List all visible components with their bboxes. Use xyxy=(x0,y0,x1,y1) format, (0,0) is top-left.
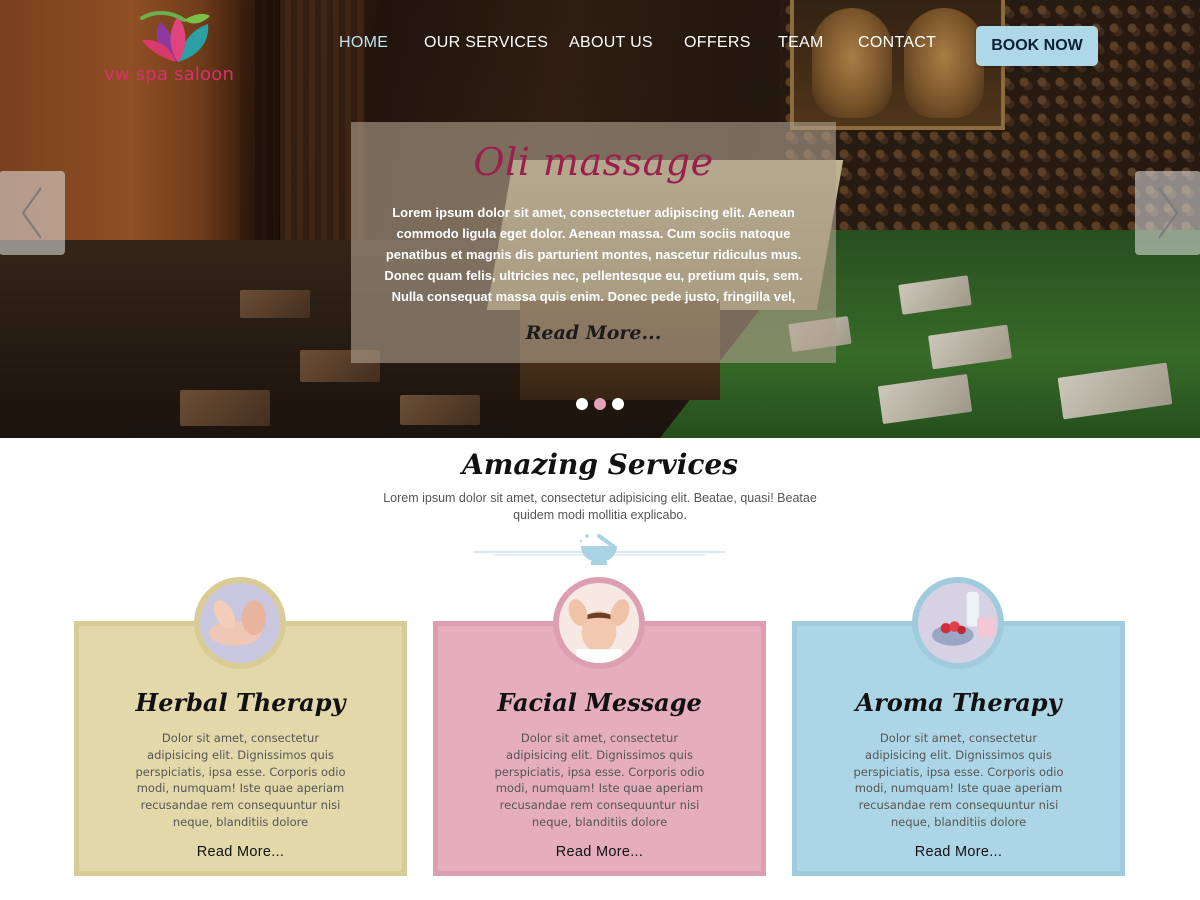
card-title: Facial Message xyxy=(497,688,702,717)
lotus-logo-icon xyxy=(140,11,210,62)
card-read-more-link[interactable]: Read More... xyxy=(797,844,1120,860)
foot-massage-image-icon xyxy=(200,583,280,663)
service-card-facial-message: Facial Message Dolor sit amet, consectet… xyxy=(433,577,766,876)
nav-offers[interactable]: OFFERS xyxy=(684,34,751,52)
nav-about-us[interactable]: ABOUT US xyxy=(569,34,653,52)
slide-read-more-link[interactable]: Read More... xyxy=(351,322,836,344)
nav-home[interactable]: HOME xyxy=(339,34,388,52)
chevron-left-icon xyxy=(21,187,42,239)
nav-team[interactable]: TEAM xyxy=(778,34,824,52)
slider-next-button[interactable] xyxy=(1135,171,1200,255)
chevron-right-icon xyxy=(1158,187,1179,239)
slide-title: Oli massage xyxy=(473,140,714,184)
aroma-bowl-image-icon xyxy=(918,583,998,663)
service-card-aroma-therapy: Aroma Therapy Dolor sit amet, consectetu… xyxy=(792,577,1125,876)
slider-dot-1[interactable] xyxy=(576,398,588,410)
card-avatar-feet-massage xyxy=(194,577,286,669)
card-title: Herbal Therapy xyxy=(135,688,346,717)
services-title: Amazing Services xyxy=(461,448,739,481)
facial-image-icon xyxy=(559,583,639,663)
services-subtitle: Lorem ipsum dolor sit amet, consectetur … xyxy=(383,491,817,522)
service-card-herbal-therapy: Herbal Therapy Dolor sit amet, consectet… xyxy=(74,577,407,876)
card-read-more-link[interactable]: Read More... xyxy=(438,844,761,860)
site-logo[interactable]: vw spa saloon xyxy=(104,8,264,88)
card-avatar-facial xyxy=(553,577,645,669)
slider-pagination xyxy=(576,398,626,412)
slider-dot-3[interactable] xyxy=(612,398,624,410)
card-text: Dolor sit amet, consectetur adipisicing … xyxy=(853,731,1064,829)
nav-contact[interactable]: CONTACT xyxy=(858,34,936,52)
slide-text: Lorem ipsum dolor sit amet, consectetuer… xyxy=(384,205,803,304)
card-text: Dolor sit amet, consectetur adipisicing … xyxy=(494,731,705,829)
card-read-more-link[interactable]: Read More... xyxy=(79,844,402,860)
slider-prev-button[interactable] xyxy=(0,171,65,255)
nav-our-services[interactable]: OUR SERVICES xyxy=(424,34,548,52)
card-text: Dolor sit amet, consectetur adipisicing … xyxy=(135,731,346,829)
hero-slider: vw spa saloon HOME OUR SERVICES ABOUT US… xyxy=(0,0,1200,438)
card-avatar-aroma xyxy=(912,577,1004,669)
slider-dot-2[interactable] xyxy=(594,398,606,410)
brand-name: vw spa saloon xyxy=(104,64,235,85)
card-title: Aroma Therapy xyxy=(855,688,1062,717)
mortar-pestle-divider-icon xyxy=(473,534,725,565)
slide-caption: Oli massage Lorem ipsum dolor sit amet, … xyxy=(351,122,836,363)
book-now-button[interactable]: BOOK NOW xyxy=(976,26,1098,66)
